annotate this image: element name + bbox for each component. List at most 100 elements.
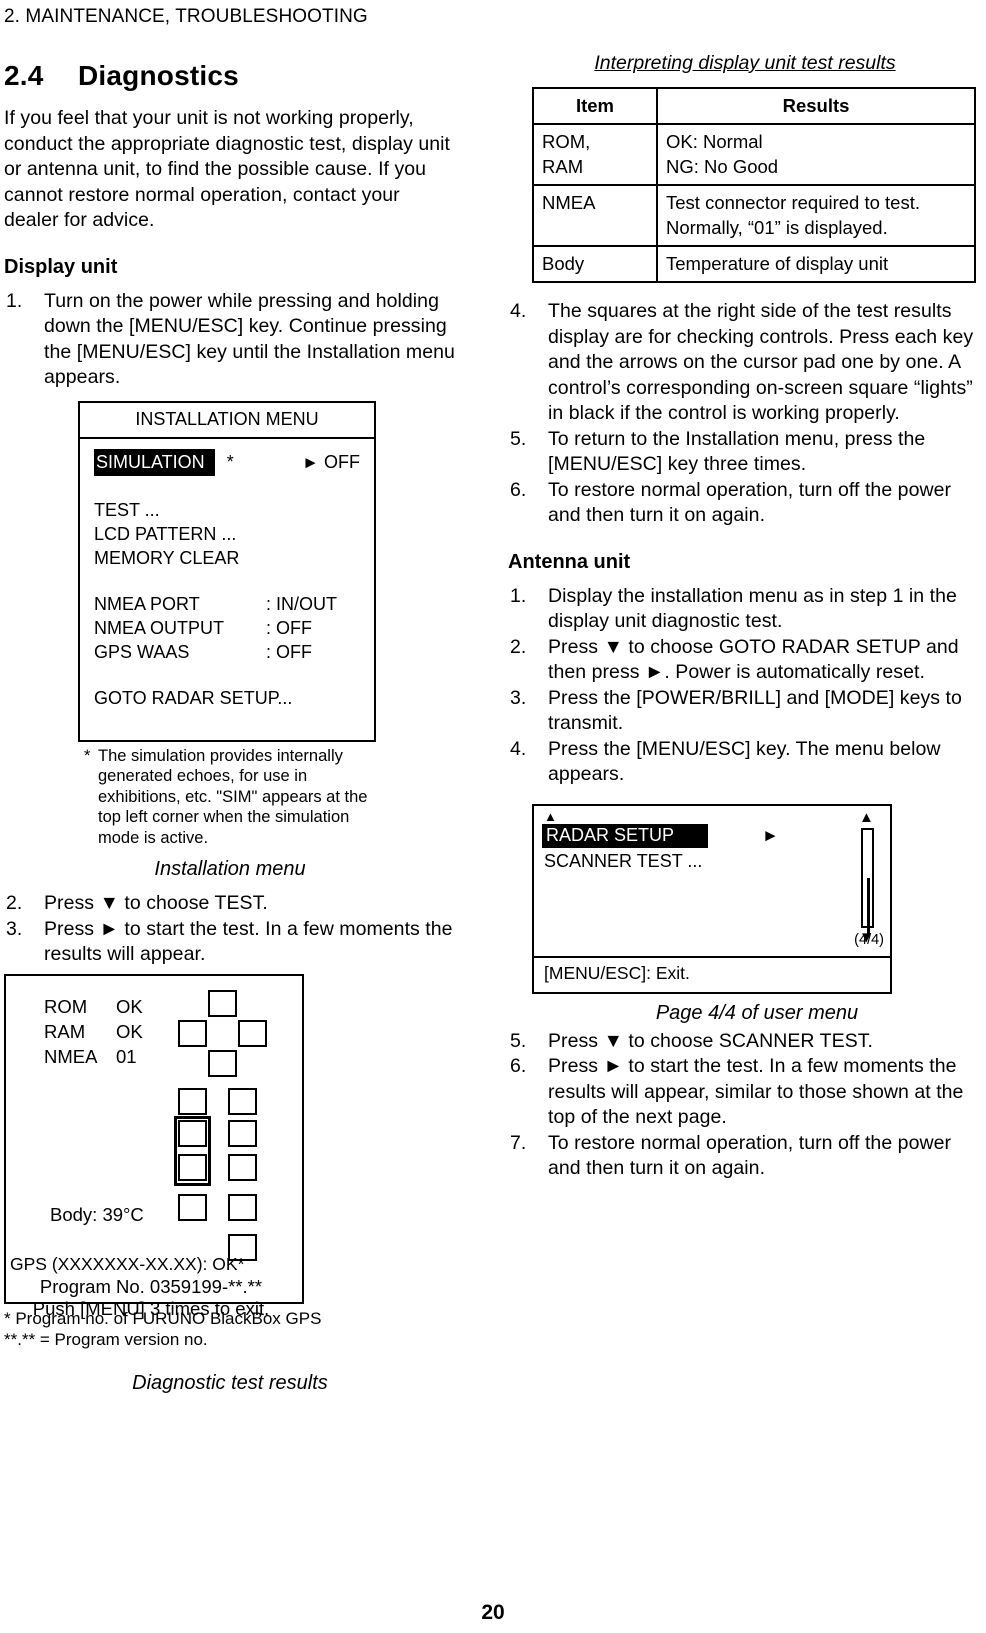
step-number: 4. (510, 300, 527, 322)
section-number: 2.4 (4, 60, 44, 91)
menu-item-nmea-port[interactable]: NMEA PORT : IN/OUT (94, 592, 360, 616)
control-square-key-r2 (228, 1119, 257, 1147)
radar-menu-item-scanner-test[interactable]: SCANNER TEST ... (544, 851, 702, 872)
table-cell-item-rom-ram: ROM, RAM (532, 123, 658, 186)
table-header-results: Results (656, 87, 976, 125)
diag-ram-value: OK (116, 1020, 143, 1042)
diag-program-number: Program No. 0359199-**.** (39, 1275, 263, 1297)
display-unit-step-1-list: 1. Turn on the power while pressing and … (4, 289, 456, 391)
step-text: The squares at the right side of the tes… (548, 300, 974, 424)
list-item: 4. The squares at the right side of the … (508, 299, 982, 427)
table-cell-result-rom-ram: OK: Normal NG: No Good (656, 123, 976, 186)
diag-ram-label: RAM (44, 1020, 86, 1042)
control-square-cursor-down (208, 1049, 237, 1077)
diag-row-nmea: NMEA 01 (44, 1044, 166, 1069)
control-square-key-r4 (228, 1193, 257, 1221)
table-row: Body Temperature of display unit (532, 245, 976, 283)
step-number: 5. (510, 1029, 527, 1052)
control-square-cursor-up (208, 989, 237, 1017)
list-item: 5. Press ▼ to choose SCANNER TEST. (508, 1029, 982, 1055)
control-square-key-l4 (178, 1193, 207, 1221)
diag-footnote-2: **.** = Program version no. (4, 1329, 208, 1349)
menu-item-simulation[interactable]: SIMULATION * ► OFF (94, 448, 360, 476)
scroll-up-icon[interactable]: ▲ (859, 810, 874, 825)
step-text: Press ► to start the test. In a few mome… (548, 1055, 964, 1128)
menu-spacer-2 (94, 570, 360, 592)
control-square-cursor-left (178, 1019, 207, 1047)
diag-nmea-label: NMEA (44, 1045, 98, 1067)
gps-waas-label: GPS WAAS (94, 641, 190, 662)
list-item: 6. Press ► to start the test. In a few m… (508, 1054, 982, 1131)
diag-rom-value: OK (116, 995, 143, 1017)
scrollbar-track[interactable] (861, 827, 874, 936)
diag-row-rom: ROM OK (44, 994, 166, 1019)
step-text: Press ▼ to choose TEST. (44, 892, 268, 914)
nmea-output-label: NMEA OUTPUT (94, 617, 225, 638)
antenna-unit-heading: Antenna unit (508, 550, 631, 573)
section-title-text: Diagnostics (78, 60, 239, 91)
menu-item-goto-radar-setup[interactable]: GOTO RADAR SETUP... (94, 686, 360, 710)
radar-menu-item-radar-setup[interactable]: RADAR SETUP (542, 823, 709, 848)
diag-gps-line: GPS (XXXXXXX-XX.XX): OK* (10, 1253, 245, 1274)
menu-item-memory-clear[interactable]: MEMORY CLEAR (94, 546, 360, 570)
diag-body-temperature: Body: 39°C (50, 1203, 144, 1225)
table-cell-item-nmea: NMEA (532, 184, 658, 247)
step-text: To restore normal operation, turn off th… (548, 1131, 952, 1180)
scrollbar-thumb[interactable] (867, 877, 870, 936)
right-arrow-icon: ► (762, 825, 779, 845)
list-item: 1. Turn on the power while pressing and … (4, 289, 456, 391)
diagnostic-results-labels: ROM OK RAM OK NMEA 01 (44, 994, 166, 1069)
display-unit-steps-2-3: 2. Press ▼ to choose TEST. 3. Press ► to… (4, 891, 456, 968)
step-number: 5. (510, 427, 527, 450)
results-table-caption: Interpreting display unit test results (594, 52, 896, 74)
simulation-footnote: * The simulation provides internally gen… (84, 746, 384, 849)
display-unit-steps-4-6: 4. The squares at the right side of the … (508, 299, 982, 529)
list-item: 3. Press the [POWER/BRILL] and [MODE] ke… (508, 686, 982, 737)
diag-nmea-value: 01 (116, 1045, 137, 1067)
menu-spacer (94, 476, 360, 498)
diag-rom-label: ROM (44, 995, 88, 1017)
list-item: 3. Press ► to start the test. In a few m… (4, 917, 456, 968)
control-square-key-l2 (178, 1119, 207, 1147)
radar-setup-menu-caption: Page 4/4 of user menu (655, 1001, 859, 1024)
list-item: 4. Press the [MENU/ESC] key. The menu be… (508, 737, 982, 788)
step-number: 7. (510, 1131, 527, 1154)
menu-item-gps-waas[interactable]: GPS WAAS : OFF (94, 640, 360, 664)
running-head: 2. MAINTENANCE, TROUBLESHOOTING (4, 6, 368, 27)
diagnostic-results-figure: ROM OK RAM OK NMEA 01 Body: 39°C GPS (XX… (4, 973, 304, 1319)
step-text: Turn on the power while pressing and hol… (44, 289, 455, 389)
step-number: 3. (6, 917, 23, 940)
radar-setup-menu-figure: ▲ RADAR SETUP ► SCANNER TEST ... ▲ ▼ (4/… (532, 803, 892, 994)
step-number: 6. (510, 1055, 527, 1077)
vertical-scrollbar[interactable]: ▲ ▼ (856, 810, 878, 945)
installation-menu-body: SIMULATION * ► OFF TEST ... LCD PATTERN … (80, 439, 374, 740)
control-square-key-r3 (228, 1153, 257, 1181)
control-square-key-l1 (178, 1087, 207, 1115)
menu-item-test[interactable]: TEST ... (94, 498, 360, 522)
step-text: Press ► to start the test. In a few mome… (44, 917, 453, 966)
scroll-more-above-icon: ▲ (544, 808, 557, 824)
table-row: ROM, RAM OK: Normal NG: No Good (532, 123, 976, 186)
radar-menu-status-bar: [MENU/ESC]: Exit. (544, 962, 690, 983)
nmea-output-value: : OFF (266, 617, 312, 638)
control-square-key-l3 (178, 1153, 207, 1181)
list-item: 2. Press ▼ to choose TEST. (4, 891, 456, 917)
step-number: 4. (510, 737, 527, 760)
radar-menu-page-indicator: (4/4) (854, 931, 884, 948)
diag-row-ram: RAM OK (44, 1019, 166, 1044)
menu-item-nmea-output[interactable]: NMEA OUTPUT : OFF (94, 616, 360, 640)
table-row: NMEA Test connector required to test. No… (532, 184, 976, 247)
nmea-port-label: NMEA PORT (94, 593, 200, 614)
diagnostic-results-caption: Diagnostic test results (132, 1371, 328, 1394)
simulation-value: ► OFF (302, 450, 360, 475)
menu-spacer-3 (94, 664, 360, 686)
menu-item-lcd-pattern[interactable]: LCD PATTERN ... (94, 522, 360, 546)
step-number: 3. (510, 686, 527, 709)
simulation-value-text: OFF (324, 451, 360, 472)
step-number: 2. (510, 635, 527, 658)
footnote-star: * (84, 746, 91, 765)
step-number: 2. (6, 892, 23, 914)
menu-bottom-pad (94, 710, 360, 728)
step-text: Press the [MENU/ESC] key. The menu below… (548, 737, 941, 786)
table-cell-result-nmea: Test connector required to test. Normall… (656, 184, 976, 247)
